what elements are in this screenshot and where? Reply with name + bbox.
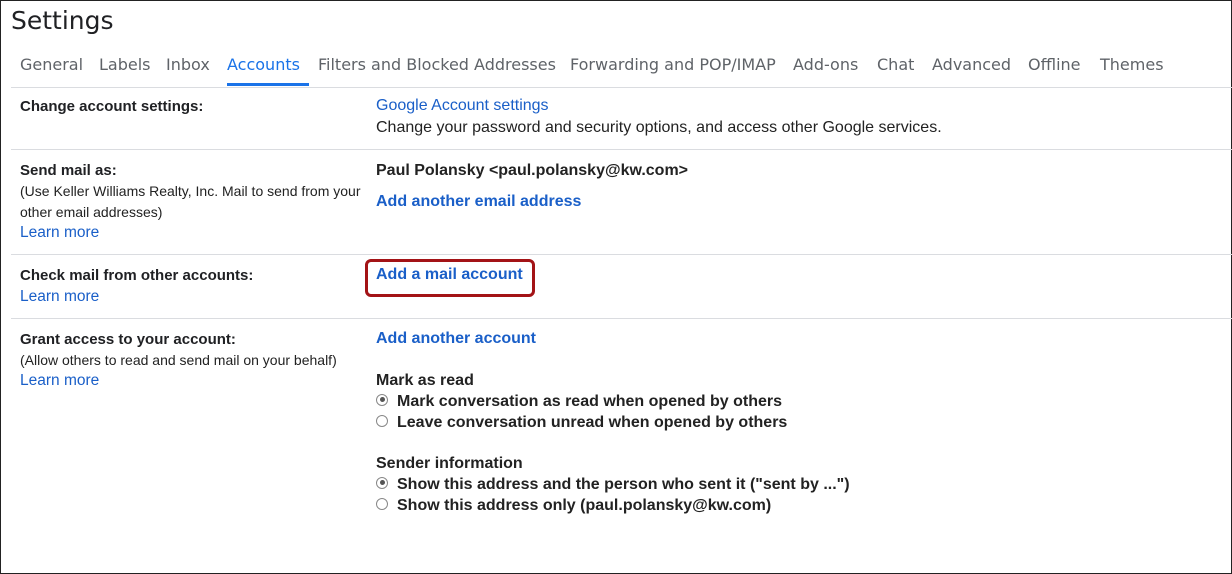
check-mail-label: Check mail from other accounts:	[20, 267, 254, 284]
show-sent-by-option-label: Show this address and the person who sen…	[397, 476, 850, 493]
radio-button[interactable]	[376, 414, 388, 427]
mark-read-option[interactable]: Mark conversation as read when opened by…	[376, 393, 782, 411]
mark-as-read-heading: Mark as read	[376, 372, 474, 389]
active-tab-indicator	[227, 83, 309, 86]
grant-access-label: Grant access to your account:	[20, 331, 236, 348]
send-mail-label: Send mail as:	[20, 162, 117, 179]
leave-unread-option-label: Leave conversation unread when opened by…	[397, 414, 788, 431]
section-change-account: Change account settings: Google Account …	[11, 88, 1232, 150]
tab-addons[interactable]: Add-ons	[793, 55, 858, 74]
show-address-only-option[interactable]: Show this address only (paul.polansky@kw…	[376, 497, 771, 515]
change-account-label: Change account settings:	[20, 98, 204, 115]
send-mail-learn-more-link[interactable]: Learn more	[20, 224, 99, 242]
tab-chat[interactable]: Chat	[877, 55, 914, 74]
send-as-identity: Paul Polansky <paul.polansky@kw.com>	[376, 162, 689, 179]
check-mail-learn-more-link[interactable]: Learn more	[20, 288, 99, 306]
google-account-settings-link[interactable]: Google Account settings	[376, 97, 549, 115]
radio-button-checked[interactable]	[376, 393, 388, 406]
tab-accounts[interactable]: Accounts	[227, 55, 300, 74]
send-mail-sub1: (Use Keller Williams Realty, Inc. Mail t…	[20, 183, 361, 199]
add-another-account-link[interactable]: Add another account	[376, 330, 536, 348]
tab-offline[interactable]: Offline	[1028, 55, 1081, 74]
tab-filters[interactable]: Filters and Blocked Addresses	[318, 55, 556, 74]
add-email-address-link[interactable]: Add another email address	[376, 193, 581, 211]
tab-advanced[interactable]: Advanced	[932, 55, 1011, 74]
section-send-mail-as: Send mail as: (Use Keller Williams Realt…	[11, 150, 1232, 255]
tab-general[interactable]: General	[20, 55, 83, 74]
radio-button-checked[interactable]	[376, 476, 388, 489]
tab-labels[interactable]: Labels	[99, 55, 151, 74]
tab-inbox[interactable]: Inbox	[166, 55, 210, 74]
grant-access-learn-more-link[interactable]: Learn more	[20, 372, 99, 390]
page-title: Settings	[11, 6, 114, 35]
change-account-description: Change your password and security option…	[376, 119, 942, 136]
settings-tabs: General Labels Inbox Accounts Filters an…	[11, 45, 1232, 88]
show-sent-by-option[interactable]: Show this address and the person who sen…	[376, 476, 850, 494]
section-grant-access: Grant access to your account: (Allow oth…	[11, 319, 1232, 569]
section-check-mail: Check mail from other accounts: Learn mo…	[11, 255, 1232, 319]
sender-info-heading: Sender information	[376, 455, 523, 472]
tab-themes[interactable]: Themes	[1100, 55, 1164, 74]
send-mail-sub2: other email addresses)	[20, 204, 163, 220]
radio-button[interactable]	[376, 497, 388, 510]
tab-forwarding[interactable]: Forwarding and POP/IMAP	[570, 55, 776, 74]
highlight-box	[365, 259, 535, 297]
grant-access-sub: (Allow others to read and send mail on y…	[20, 352, 337, 368]
show-address-only-option-label: Show this address only (paul.polansky@kw…	[397, 497, 772, 514]
leave-unread-option[interactable]: Leave conversation unread when opened by…	[376, 414, 787, 432]
mark-read-option-label: Mark conversation as read when opened by…	[397, 393, 782, 410]
